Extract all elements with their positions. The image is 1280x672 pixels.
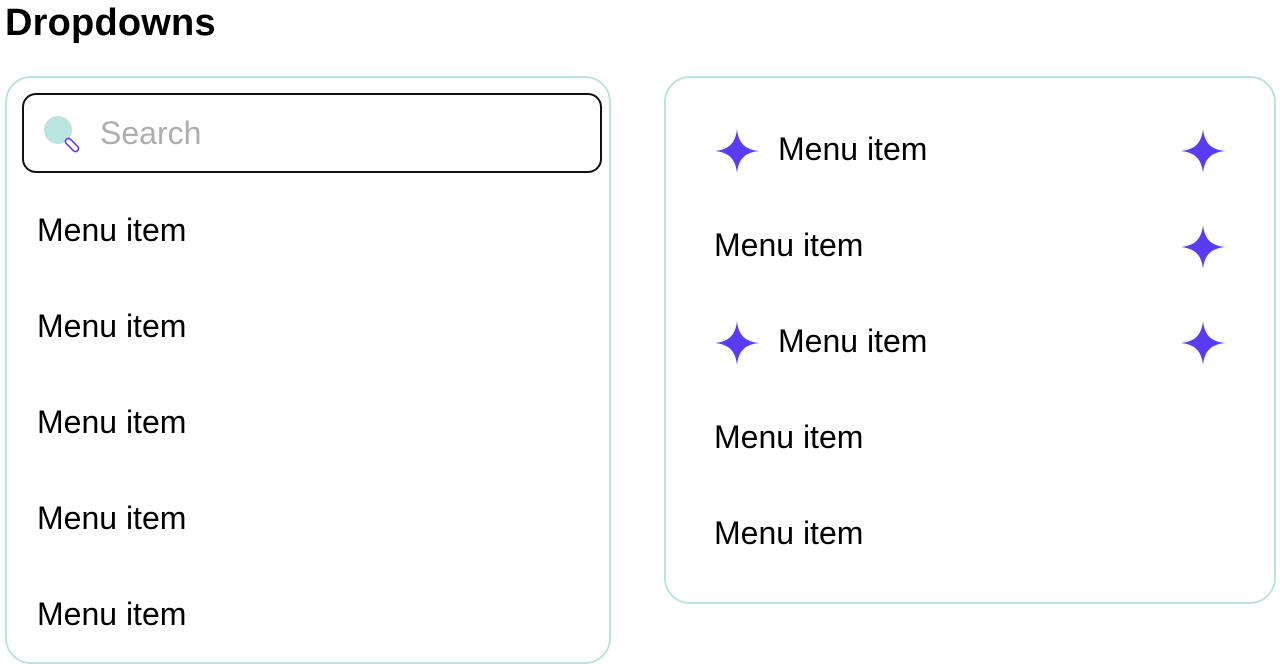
- menu-item[interactable]: Menu item: [7, 278, 609, 374]
- dropdown-with-search: Menu item Menu item Menu item Menu item …: [5, 76, 611, 664]
- menu-item[interactable]: Menu item: [666, 486, 1274, 582]
- sparkle-icon: [1181, 321, 1225, 365]
- sparkle-icon: [1181, 129, 1225, 173]
- menu-item[interactable]: Menu item: [7, 182, 609, 278]
- sparkle-icon: [715, 129, 759, 173]
- menu-item[interactable]: Menu item: [666, 294, 1274, 390]
- sparkle-icon: [1181, 225, 1225, 269]
- menu-item-label: Menu item: [778, 323, 928, 359]
- menu-list: Menu item Menu item Menu item Menu item …: [7, 182, 609, 662]
- menu-item[interactable]: Menu item: [7, 566, 609, 662]
- menu-item-label: Menu item: [714, 515, 864, 551]
- menu-item-label: Menu item: [714, 419, 864, 455]
- menu-item[interactable]: Menu item: [666, 102, 1274, 198]
- search-input[interactable]: [100, 109, 580, 157]
- menu-item[interactable]: Menu item: [666, 390, 1274, 486]
- search-icon: [44, 116, 80, 153]
- menu-item[interactable]: Menu item: [7, 470, 609, 566]
- menu-item-label: Menu item: [778, 131, 928, 167]
- menu-item[interactable]: Menu item: [7, 374, 609, 470]
- menu-item[interactable]: Menu item: [666, 198, 1274, 294]
- search-field[interactable]: [22, 93, 602, 173]
- menu-item-label: Menu item: [714, 227, 864, 263]
- page-title: Dropdowns: [5, 2, 216, 44]
- dropdown-with-icons: Menu item Menu item Menu item Menu item: [664, 76, 1276, 604]
- menu-list: Menu item Menu item Menu item Menu item: [666, 102, 1274, 582]
- sparkle-icon: [715, 321, 759, 365]
